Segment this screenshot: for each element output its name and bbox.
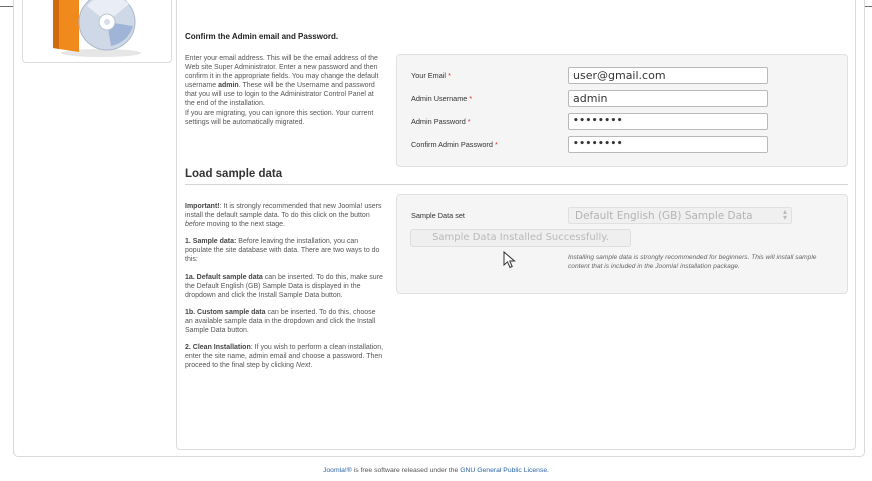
- confirm-password-label: Confirm Admin Password *: [411, 140, 498, 149]
- admin-section-heading: Confirm the Admin email and Password.: [185, 32, 339, 41]
- sample-set-label: Sample Data set: [411, 211, 465, 220]
- admin-password-field[interactable]: ••••••••: [568, 113, 768, 130]
- important-end: moving to the next stage.: [204, 221, 286, 229]
- install-box-cd-icon: [53, 0, 141, 57]
- joomla-link[interactable]: Joomla!®: [323, 467, 352, 474]
- section-divider: [185, 184, 848, 185]
- important-bold: Important!: [185, 203, 220, 210]
- sample-section-title: Load sample data: [185, 168, 283, 180]
- sample-data-select[interactable]: Default English (GB) Sample Data ▴ ▾: [568, 207, 792, 224]
- footer-text: is free software released under the: [351, 467, 461, 474]
- confirm-password-field[interactable]: ••••••••: [568, 136, 768, 153]
- logo-panel: [22, 0, 172, 63]
- sample-description: Important!: It is strongly recommended t…: [185, 202, 385, 378]
- mouse-pointer-icon: [503, 251, 516, 269]
- gpl-license-link[interactable]: GNU General Public License: [460, 467, 547, 474]
- item2-end: .: [310, 362, 313, 370]
- item1a-bold: 1a. Default sample data: [185, 273, 263, 281]
- item1-bold: 1. Sample data:: [185, 238, 237, 246]
- sample-data-select-value: Default English (GB) Sample Data: [575, 210, 753, 222]
- item2-italic: Next: [295, 362, 311, 370]
- item2-bold: 2. Clean Installation: [185, 344, 251, 352]
- admin-username-field[interactable]: admin: [568, 90, 768, 107]
- email-field[interactable]: user@gmail.com: [568, 67, 768, 84]
- admin-desc-migrate: If you are migrating, you can ignore thi…: [185, 109, 374, 126]
- sample-data-installed-button[interactable]: Sample Data Installed Successfully.: [410, 229, 631, 247]
- admin-password-label: Admin Password *: [411, 117, 471, 126]
- footer-end: .: [547, 467, 550, 474]
- admin-desc-bold: admin: [218, 82, 239, 90]
- footer: Joomla!® is free software released under…: [0, 467, 872, 474]
- item1b-bold: 1b. Custom sample data: [185, 308, 266, 316]
- admin-description: Enter your email address. This will be t…: [185, 54, 385, 127]
- admin-username-label: Admin Username *: [411, 94, 473, 103]
- important-italic: before: [185, 221, 205, 229]
- select-arrows-icon: ▴ ▾: [782, 207, 787, 222]
- sample-data-note: Installing sample data is strongly recom…: [568, 254, 817, 270]
- email-label: Your Email *: [411, 71, 451, 80]
